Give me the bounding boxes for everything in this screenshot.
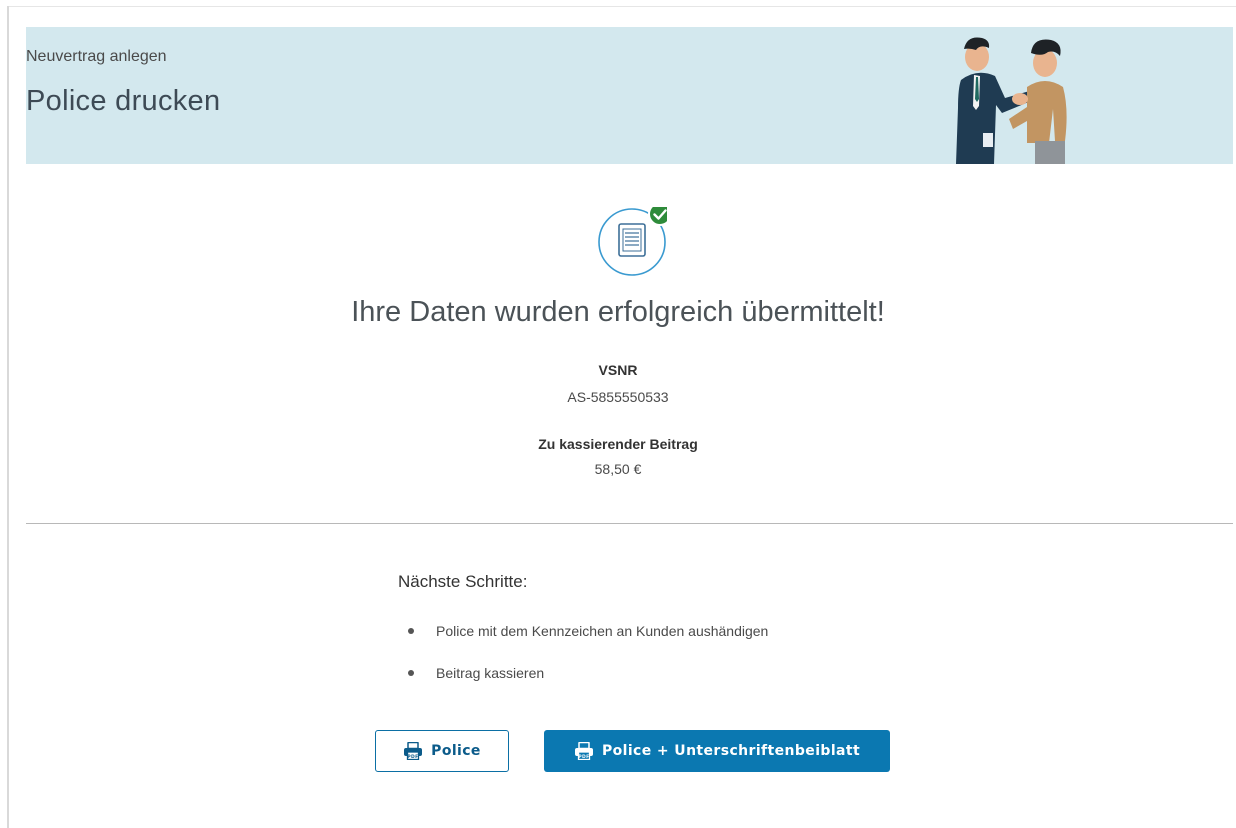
list-item: Police mit dem Kennzeichen an Kunden aus… [398,620,768,662]
premium-value: 58,50 € [594,461,642,477]
list-item: Beitrag kassieren [398,662,768,704]
svg-text:PDF: PDF [408,754,419,760]
section-divider [26,523,1233,524]
bullet-icon [408,628,414,634]
window-frame-top [8,6,1236,7]
police-button-label: Police [431,743,481,759]
page-subtitle: Neuvertrag anlegen [26,48,167,65]
handshake-illustration [956,37,1067,164]
police-signature-button[interactable]: PDF Police + Unterschriftenbeiblatt [544,730,890,772]
document-check-icon [598,207,667,276]
list-item-label: Police mit dem Kennzeichen an Kunden aus… [436,623,769,639]
next-steps-list: Police mit dem Kennzeichen an Kunden aus… [398,620,768,704]
police-button[interactable]: PDF Police [375,730,509,772]
police-signature-button-label: Police + Unterschriftenbeiblatt [601,743,861,759]
bullet-icon [408,670,414,676]
window-frame-left [7,6,9,828]
svg-text:PDF: PDF [578,754,589,760]
next-steps-title: Nächste Schritte: [398,572,528,591]
pdf-print-icon: PDF [404,742,423,760]
list-item-label: Beitrag kassieren [436,665,545,681]
header-banner: Neuvertrag anlegen Police drucken [26,27,1233,164]
success-headline: Ihre Daten wurden erfolgreich übermittel… [351,296,885,328]
pdf-print-icon: PDF [574,742,593,760]
vsnr-label: VSNR [598,362,638,378]
premium-label: Zu kassierender Beitrag [538,436,698,452]
vsnr-value: AS-5855550533 [567,389,669,405]
page-title: Police drucken [26,85,221,117]
